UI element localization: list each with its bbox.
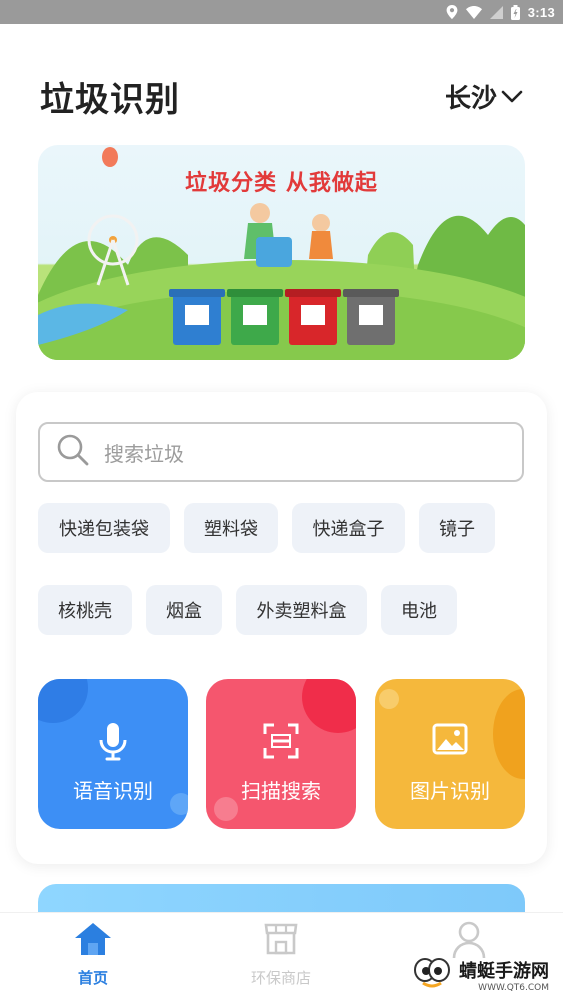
search-placeholder: 搜索垃圾 bbox=[104, 441, 184, 466]
watermark-brand: 蜻蜓手游网 bbox=[459, 961, 549, 982]
search-card: 搜索垃圾 快递包装袋 塑料袋 快递盒子 镜子 核桃壳 烟盒 外卖塑料盒 电池 语… bbox=[16, 392, 547, 864]
watermark: 蜻蜓手游网 WWW.QT6.COM bbox=[413, 956, 549, 994]
tag-item[interactable]: 塑料袋 bbox=[184, 503, 278, 553]
tab-home[interactable]: 首页 bbox=[33, 921, 153, 988]
tab-store-label: 环保商店 bbox=[250, 969, 311, 987]
promo-banner[interactable]: 垃圾分类 从我做起 bbox=[38, 145, 525, 360]
voice-recognition-button[interactable]: 语音识别 bbox=[38, 679, 188, 829]
tab-home-label: 首页 bbox=[77, 969, 108, 987]
scan-search-label: 扫描搜索 bbox=[241, 779, 321, 803]
bin-other bbox=[343, 289, 399, 345]
status-bar: 3:13 bbox=[0, 0, 563, 24]
scan-icon bbox=[206, 723, 356, 759]
store-icon bbox=[263, 921, 299, 961]
tag-item[interactable]: 快递盒子 bbox=[292, 503, 405, 553]
tab-store[interactable]: 环保商店 bbox=[221, 921, 341, 988]
bin-hazardous bbox=[285, 289, 341, 345]
image-icon bbox=[375, 723, 525, 755]
tag-item[interactable]: 镜子 bbox=[419, 503, 495, 553]
page-title: 垃圾识别 bbox=[40, 79, 180, 120]
tag-item[interactable]: 烟盒 bbox=[146, 585, 222, 635]
battery-icon bbox=[510, 4, 520, 20]
image-recognition-label: 图片识别 bbox=[410, 779, 490, 803]
voice-recognition-label: 语音识别 bbox=[73, 779, 153, 803]
tag-item[interactable]: 外卖塑料盒 bbox=[236, 585, 367, 635]
scan-search-button[interactable]: 扫描搜索 bbox=[206, 679, 356, 829]
home-icon bbox=[73, 921, 113, 961]
bin-recyclable bbox=[169, 289, 225, 345]
tag-item[interactable]: 电池 bbox=[381, 585, 457, 635]
image-recognition-button[interactable]: 图片识别 bbox=[375, 679, 525, 829]
chevron-down-icon bbox=[501, 81, 523, 111]
location-icon bbox=[446, 5, 458, 19]
header: 垃圾识别 长沙 bbox=[40, 68, 523, 124]
banner-slogan: 垃圾分类 从我做起 bbox=[185, 171, 378, 196]
bin-kitchen bbox=[227, 289, 283, 345]
watermark-url: WWW.QT6.COM bbox=[478, 983, 549, 993]
search-input[interactable]: 搜索垃圾 bbox=[38, 422, 524, 482]
signal-icon bbox=[489, 5, 503, 19]
status-time: 3:13 bbox=[527, 4, 555, 20]
microphone-icon bbox=[38, 723, 188, 761]
tag-item[interactable]: 快递包装袋 bbox=[38, 503, 170, 553]
city-label: 长沙 bbox=[444, 83, 497, 114]
city-selector[interactable]: 长沙 bbox=[445, 78, 523, 115]
wifi-icon bbox=[465, 5, 482, 19]
search-icon bbox=[56, 433, 90, 471]
dragonfly-logo-icon bbox=[413, 956, 453, 994]
tag-item[interactable]: 核桃壳 bbox=[38, 585, 132, 635]
